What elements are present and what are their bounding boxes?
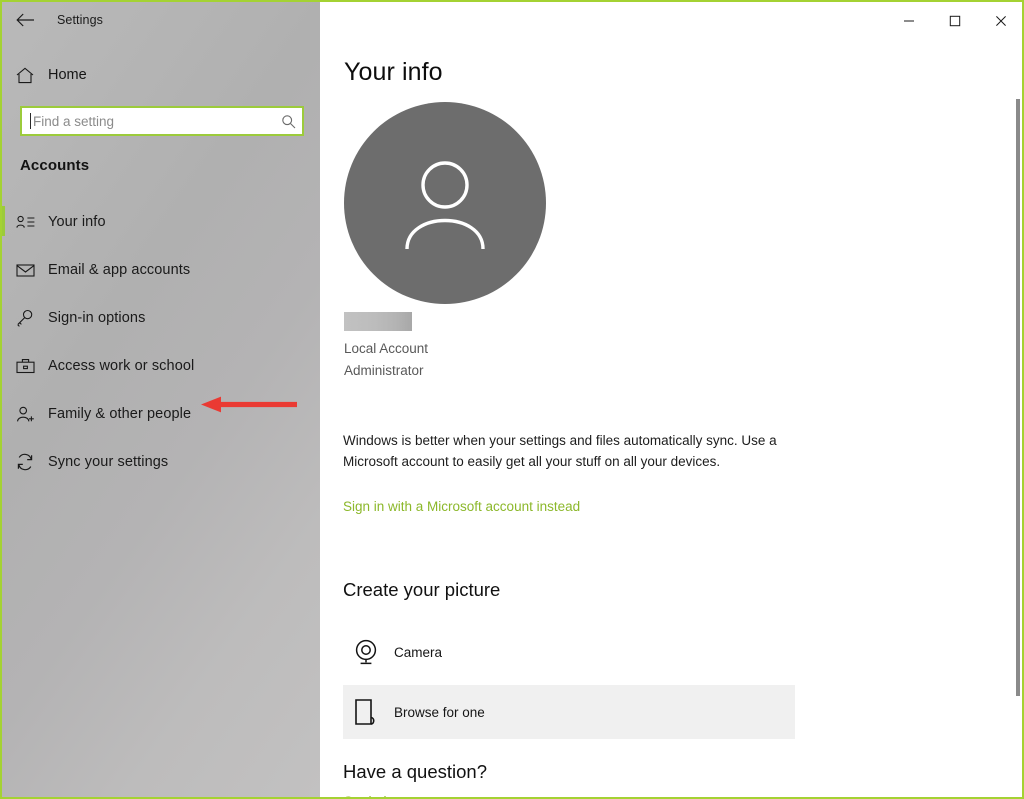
sidebar: Settings Home Accounts: [2, 2, 320, 797]
envelope-icon: [2, 263, 48, 277]
account-role: Administrator: [344, 363, 424, 378]
person-add-icon: [2, 406, 48, 423]
sidebar-item-sign-in-options-label: Sign-in options: [48, 310, 146, 326]
account-type: Local Account: [344, 341, 429, 356]
minimize-button[interactable]: [886, 4, 932, 38]
page-title: Your info: [344, 58, 443, 86]
sidebar-item-home-label: Home: [48, 67, 87, 83]
sign-in-microsoft-account-link[interactable]: Sign in with a Microsoft account instead: [343, 499, 580, 514]
sidebar-item-your-info[interactable]: Your info: [2, 198, 320, 246]
back-arrow-icon: [15, 13, 35, 27]
help-heading: Have a question?: [343, 761, 487, 782]
sidebar-item-sync-your-settings[interactable]: Sync your settings: [2, 438, 320, 486]
main-content: Your info Local Account Administrator Wi…: [320, 4, 1022, 797]
sidebar-item-email-app-accounts[interactable]: Email & app accounts: [2, 246, 320, 294]
search-icon[interactable]: [274, 114, 302, 129]
back-button[interactable]: [2, 4, 48, 36]
browse-file-icon: [343, 697, 389, 727]
app-title: Settings: [57, 13, 103, 27]
key-icon: [2, 309, 48, 327]
sync-refresh-icon: [2, 453, 48, 471]
search-box[interactable]: [20, 106, 304, 136]
selection-indicator: [2, 206, 5, 236]
webcam-icon: [343, 638, 389, 666]
scrollbar-thumb[interactable]: [1016, 99, 1020, 696]
sidebar-item-family-other-people-label: Family & other people: [48, 406, 192, 422]
close-button[interactable]: [978, 4, 1022, 38]
sidebar-item-your-info-label: Your info: [48, 214, 106, 230]
sync-description: Windows is better when your settings and…: [343, 433, 777, 469]
section-heading: Accounts: [20, 157, 90, 174]
create-picture-heading: Create your picture: [343, 579, 501, 600]
window-controls: [886, 4, 1022, 38]
sidebar-nav-list: Your info Email & app accounts Sign-in o…: [2, 198, 320, 486]
account-name-redacted: [344, 312, 412, 331]
get-help-link[interactable]: Get help: [343, 794, 394, 797]
sidebar-item-email-app-accounts-label: Email & app accounts: [48, 262, 191, 278]
sidebar-item-family-other-people[interactable]: Family & other people: [2, 390, 320, 438]
picture-option-camera-label: Camera: [394, 644, 443, 660]
sidebar-item-sign-in-options[interactable]: Sign-in options: [2, 294, 320, 342]
contact-card-icon: [2, 215, 48, 229]
picture-option-browse-label: Browse for one: [394, 704, 485, 720]
maximize-button[interactable]: [932, 4, 978, 38]
home-icon: [2, 67, 48, 84]
sidebar-item-home[interactable]: Home: [2, 59, 320, 91]
window-titlebar-left: Settings: [2, 2, 320, 38]
sidebar-item-access-work-school[interactable]: Access work or school: [2, 342, 320, 390]
sidebar-item-access-work-school-label: Access work or school: [48, 358, 195, 374]
picture-option-camera[interactable]: Camera: [343, 625, 795, 679]
picture-option-browse[interactable]: Browse for one: [343, 685, 795, 739]
briefcase-icon: [2, 358, 48, 374]
person-avatar-icon: [393, 149, 497, 258]
settings-window: Settings Home Accounts: [0, 0, 1024, 799]
avatar[interactable]: [344, 102, 546, 304]
search-input[interactable]: [31, 108, 274, 134]
sidebar-item-sync-your-settings-label: Sync your settings: [48, 454, 169, 470]
